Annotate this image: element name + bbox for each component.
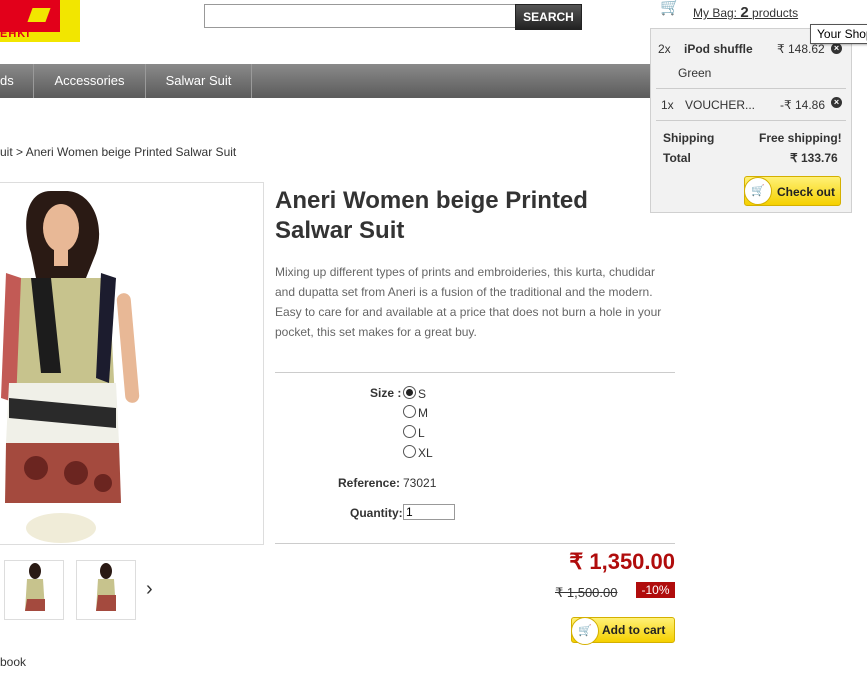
divider — [275, 543, 675, 544]
size-option-m[interactable]: M — [403, 405, 428, 420]
divider — [275, 372, 675, 373]
logo-text: EHKI — [0, 28, 31, 40]
size-option-label: S — [418, 387, 427, 401]
size-option-xl[interactable]: XL — [403, 445, 433, 460]
quantity-label: Quantity: — [350, 506, 403, 520]
shipping-label: Shipping — [663, 131, 715, 145]
add-to-cart-button[interactable]: 🛒 Add to cart — [571, 617, 675, 645]
radio-icon[interactable] — [403, 425, 416, 438]
radio-icon[interactable] — [403, 386, 416, 399]
size-option-label: M — [418, 406, 428, 420]
chevron-right-icon[interactable]: › — [146, 578, 153, 601]
facebook-link[interactable]: book — [0, 655, 26, 669]
cart-item-price: -₹ 14.86 — [780, 98, 825, 112]
breadcrumb[interactable]: uit > Aneri Women beige Printed Salwar S… — [0, 145, 236, 159]
size-label: Size : — [370, 386, 402, 400]
cart-icon: 🛒 — [660, 0, 680, 16]
cart-item-variant: Green — [678, 66, 712, 80]
nav-item-salwar-suit[interactable]: Salwar Suit — [146, 64, 252, 98]
remove-icon[interactable]: × — [831, 97, 842, 108]
nav-item-accessories[interactable]: Accessories — [34, 64, 146, 98]
product-title: Aneri Women beige Printed Salwar Suit — [275, 187, 588, 244]
bag-label: My Bag: — [693, 6, 738, 20]
tooltip: Your Shop — [810, 24, 867, 44]
cart-item-name[interactable]: iPod shuffle — [684, 42, 753, 56]
product-thumbnail[interactable] — [76, 560, 136, 620]
old-price: ₹ 1,500.00 — [555, 585, 618, 600]
reference-value: 73021 — [403, 476, 437, 490]
bag-count-suffix: products — [752, 6, 799, 20]
size-option-s[interactable]: S — [403, 386, 426, 401]
checkout-button[interactable]: 🛒 Check out — [744, 176, 841, 206]
bag-count: 2 — [740, 4, 749, 21]
my-bag-link[interactable]: My Bag: 2 products — [693, 4, 798, 21]
product-thumbnail[interactable] — [4, 560, 64, 620]
size-option-label: XL — [418, 446, 433, 460]
cart-item-qty: 1x — [661, 98, 674, 112]
discount-badge: -10% — [636, 582, 675, 598]
nav-item-partial[interactable]: ds — [0, 64, 34, 98]
add-to-cart-label: Add to cart — [602, 623, 666, 637]
radio-icon[interactable] — [403, 405, 416, 418]
size-option-label: L — [418, 426, 425, 440]
main-nav: ds Accessories Salwar Suit — [0, 64, 652, 98]
product-price: ₹ 1,350.00 — [569, 549, 675, 574]
cart-item-price: ₹ 148.62 — [777, 42, 825, 56]
checkout-label: Check out — [777, 185, 836, 199]
divider — [656, 120, 846, 121]
reference-label: Reference: — [338, 476, 401, 490]
remove-icon[interactable]: × — [831, 43, 842, 54]
size-option-l[interactable]: L — [403, 425, 425, 440]
cart-icon: 🛒 — [744, 177, 772, 205]
total-label: Total — [663, 151, 691, 165]
site-logo[interactable]: EHKI — [0, 0, 80, 42]
radio-icon[interactable] — [403, 445, 416, 458]
quantity-input[interactable] — [403, 504, 455, 520]
shipping-value: Free shipping! — [759, 131, 842, 145]
search-bar: SEARCH — [204, 4, 582, 30]
cart-icon: 🛒 — [571, 617, 599, 645]
product-main-image[interactable] — [0, 182, 264, 545]
cart-item-qty: 2x — [658, 42, 671, 56]
search-input[interactable] — [204, 4, 520, 28]
total-value: ₹ 133.76 — [790, 151, 838, 165]
search-button[interactable]: SEARCH — [515, 4, 582, 30]
divider — [656, 88, 846, 89]
product-description: Mixing up different types of prints and … — [275, 265, 662, 339]
cart-item-name[interactable]: VOUCHER... — [685, 98, 755, 112]
